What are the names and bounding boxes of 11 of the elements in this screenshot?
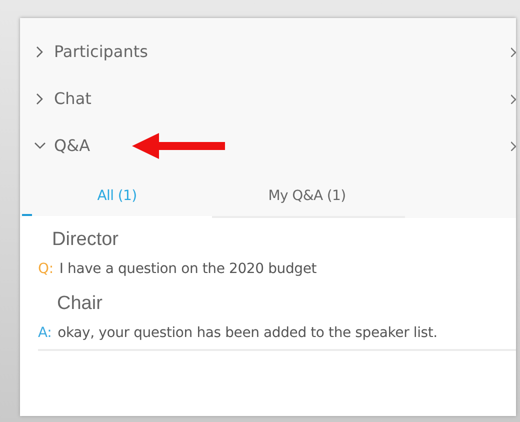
chevron-down-icon bbox=[34, 140, 46, 152]
message-text: okay, your question has been added to the speaker list. bbox=[58, 325, 438, 341]
tab[interactable]: My Q&A (1) bbox=[212, 174, 402, 216]
author-name: Chair bbox=[57, 292, 104, 316]
message-text: I have a question on the 2020 budget bbox=[59, 261, 317, 277]
message-prefix: Q: bbox=[38, 261, 54, 277]
section-header[interactable]: Chat bbox=[20, 89, 92, 108]
message-prefix: A: bbox=[38, 325, 52, 341]
author-name: Director bbox=[52, 228, 120, 252]
section-header[interactable]: Participants bbox=[20, 42, 148, 61]
section-header[interactable]: Q&A bbox=[20, 136, 90, 155]
